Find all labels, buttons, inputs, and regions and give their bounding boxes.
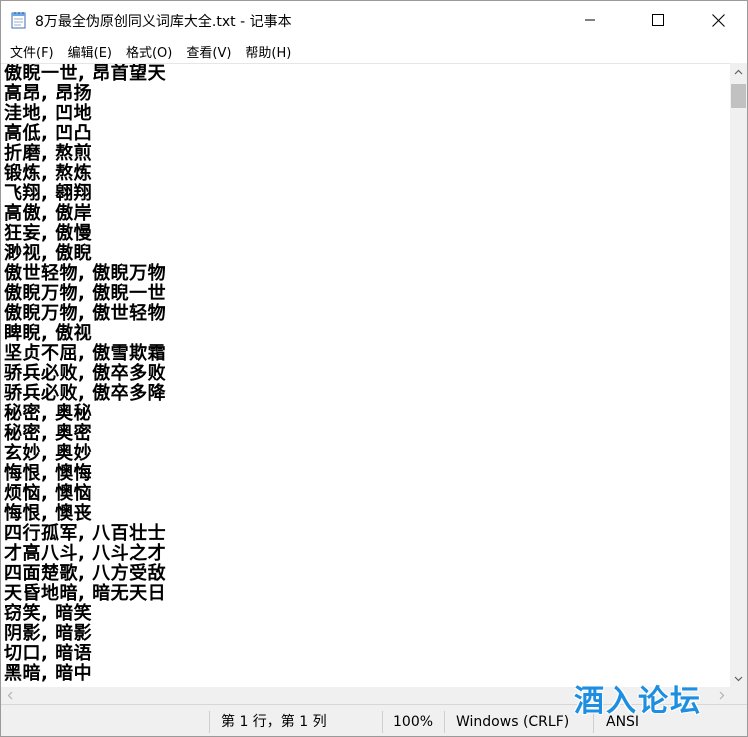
forum-watermark: 酒入论坛 xyxy=(574,684,702,719)
text-line: 才高八斗, 八斗之才 xyxy=(4,543,167,564)
vertical-scrollbar[interactable] xyxy=(730,63,747,687)
title-bar[interactable]: 8万最全伪原创同义词库大全.txt - 记事本 xyxy=(1,1,747,39)
text-line: 坚贞不屈, 傲雪欺霜 xyxy=(4,343,167,364)
text-line: 傲世轻物, 傲睨万物 xyxy=(4,263,167,284)
text-line: 阴影, 暗影 xyxy=(4,623,93,644)
scroll-up-button[interactable] xyxy=(730,63,747,80)
text-line: 切口, 暗语 xyxy=(4,643,93,664)
text-line: 狂妄, 傲慢 xyxy=(4,223,93,244)
text-line: 傲睨万物, 傲世轻物 xyxy=(4,303,167,324)
cursor-position: 第 1 行，第 1 列 xyxy=(221,714,327,730)
minimize-button[interactable] xyxy=(567,1,613,39)
text-line: 睥睨, 傲视 xyxy=(4,323,93,344)
notepad-icon xyxy=(11,11,27,29)
menu-format[interactable]: 格式(O) xyxy=(119,40,179,63)
text-line: 四面楚歌, 八方受敌 xyxy=(4,563,167,584)
text-line: 骄兵必败, 傲卒多败 xyxy=(4,363,167,384)
text-line: 悔恨, 懊丧 xyxy=(4,503,93,524)
menu-edit[interactable]: 编辑(E) xyxy=(61,40,119,63)
chevron-left-icon xyxy=(7,691,12,700)
text-line: 高傲, 傲岸 xyxy=(4,203,93,224)
menu-help[interactable]: 帮助(H) xyxy=(238,40,298,63)
text-line: 高低, 凹凸 xyxy=(4,123,93,144)
menu-file[interactable]: 文件(F) xyxy=(3,40,61,63)
text-line: 傲睨万物, 傲睨一世 xyxy=(4,283,167,304)
window-title: 8万最全伪原创同义词库大全.txt - 记事本 xyxy=(35,14,292,30)
line-ending: Windows (CRLF) xyxy=(456,714,570,730)
vertical-scroll-thumb[interactable] xyxy=(731,84,746,108)
text-line: 玄妙, 奥妙 xyxy=(4,443,93,464)
menu-bar: 文件(F) 编辑(E) 格式(O) 查看(V) 帮助(H) xyxy=(1,39,747,63)
maximize-button[interactable] xyxy=(635,1,681,39)
status-divider xyxy=(382,711,383,733)
zoom-level: 100% xyxy=(393,714,434,730)
close-icon xyxy=(711,13,725,27)
text-line: 洼地, 凹地 xyxy=(4,103,93,124)
notepad-window: 8万最全伪原创同义词库大全.txt - 记事本 文件(F) 编辑(E) 格式(O… xyxy=(0,0,748,737)
scroll-left-button[interactable] xyxy=(1,687,18,704)
text-line: 傲睨一世, 昂首望天 xyxy=(4,63,167,84)
text-line: 窃笑, 暗笑 xyxy=(4,603,93,624)
text-line: 高昂, 昂扬 xyxy=(4,83,93,104)
text-line: 天昏地暗, 暗无天日 xyxy=(4,583,167,604)
maximize-icon xyxy=(652,14,664,26)
status-divider xyxy=(209,711,210,733)
status-divider xyxy=(444,711,445,733)
text-line: 秘密, 奥密 xyxy=(4,423,93,444)
text-line: 折磨, 熬煎 xyxy=(4,143,93,164)
chevron-up-icon xyxy=(734,69,743,74)
text-line: 渺视, 傲睨 xyxy=(4,243,93,264)
text-line: 飞翔, 翱翔 xyxy=(4,183,93,204)
text-line: 骄兵必败, 傲卒多降 xyxy=(4,383,167,404)
menu-view[interactable]: 查看(V) xyxy=(179,40,238,63)
text-line: 秘密, 奥秘 xyxy=(4,403,93,424)
text-line: 悔恨, 懊悔 xyxy=(4,463,93,484)
minimize-icon xyxy=(585,19,595,21)
close-button[interactable] xyxy=(695,1,741,39)
text-line: 四行孤军, 八百壮士 xyxy=(4,523,167,544)
text-line: 烦恼, 懊恼 xyxy=(4,483,93,504)
text-editor[interactable]: 傲睨一世, 昂首望天 高昂, 昂扬 洼地, 凹地 高低, 凹凸 折磨, 熬煎 锻… xyxy=(1,63,730,687)
text-line: 锻炼, 熬炼 xyxy=(4,163,93,184)
